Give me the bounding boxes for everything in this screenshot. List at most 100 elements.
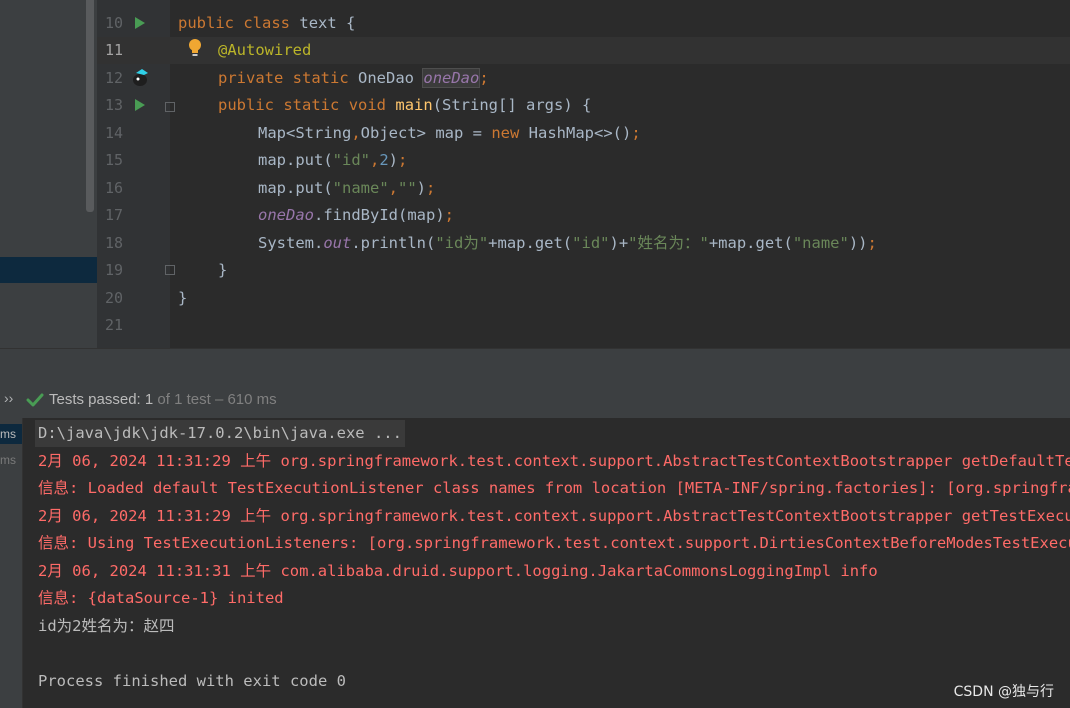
code-line[interactable]: 19 } xyxy=(97,257,1070,284)
kw-new: new xyxy=(491,124,520,142)
code-token: Map<String xyxy=(258,124,352,142)
params: (String[] args) { xyxy=(432,96,592,114)
line-number: 17 xyxy=(104,206,123,224)
semicolon: ; xyxy=(631,124,641,142)
project-panel-scrollbar[interactable] xyxy=(86,0,94,212)
code-line[interactable]: 17 oneDao.findById(map); xyxy=(97,202,1070,229)
console-command-line[interactable]: D:\java\jdk\jdk-17.0.2\bin\java.exe ... xyxy=(35,420,405,447)
class-name: text xyxy=(299,14,337,32)
string-literal: "id" xyxy=(572,234,610,252)
fold-marker-icon[interactable] xyxy=(165,102,175,112)
test-tree-item[interactable]: ms xyxy=(0,424,22,444)
code-line[interactable]: 14 Map<String,Object> map = new HashMap<… xyxy=(97,120,1070,147)
line-number: 18 xyxy=(104,234,123,252)
code-token: +map.get( xyxy=(708,234,793,252)
code-line[interactable]: 13 public static void main(String[] args… xyxy=(97,92,1070,119)
console-log-line: 信息: Loaded default TestExecutionListener… xyxy=(38,479,1070,497)
expand-chevron-icon[interactable]: ›› xyxy=(4,390,13,406)
line-number: 21 xyxy=(104,316,123,334)
static-field-out: out xyxy=(323,234,352,252)
code-line[interactable]: 12 private static OneDao oneDao; xyxy=(97,65,1070,92)
code-token: )+ xyxy=(609,234,629,252)
console-exit-line: Process finished with exit code 0 xyxy=(38,672,346,690)
kw-static: static xyxy=(283,96,340,114)
tool-window-divider[interactable] xyxy=(0,348,1070,384)
code-line-current[interactable]: 11 @Autowired xyxy=(97,37,1070,64)
test-status: Tests passed: 1 of 1 test – 610 ms xyxy=(49,391,277,408)
code-line[interactable]: 20 } xyxy=(97,285,1070,312)
console-log-line: 2月 06, 2024 11:31:29 上午 org.springframew… xyxy=(38,452,1070,470)
console-log-line: 信息: Using TestExecutionListeners: [org.s… xyxy=(38,534,1070,552)
static-field-onedao: oneDao xyxy=(258,206,314,224)
code-line[interactable]: 18 System.out.println("id为" +map.get( "id"… xyxy=(97,230,1070,257)
method-main: main xyxy=(395,96,433,114)
code-token: HashMap<>() xyxy=(519,124,632,142)
spring-bean-icon[interactable] xyxy=(130,67,152,89)
test-status-label: Tests passed: xyxy=(49,391,141,408)
line-number: 20 xyxy=(104,289,123,307)
kw-class: class xyxy=(243,14,291,32)
run-toolbar: ›› Tests passed: 1 of 1 test – 610 ms xyxy=(0,384,1070,419)
code-line[interactable]: 10 public class text { xyxy=(97,10,1070,37)
kw-private: private xyxy=(218,69,284,87)
line-number: 13 xyxy=(104,96,123,114)
test-tree-panel[interactable]: ms ms xyxy=(0,418,23,708)
code-line[interactable]: 16 map.put("name",""); xyxy=(97,175,1070,202)
line-number: 12 xyxy=(104,69,123,87)
semicolon: ; xyxy=(479,69,489,87)
fold-marker-icon[interactable] xyxy=(165,265,175,275)
type-name: OneDao xyxy=(358,69,415,87)
code-line[interactable]: 21 xyxy=(97,312,1070,339)
console-log-line: 2月 06, 2024 11:31:31 上午 com.alibaba.drui… xyxy=(38,562,878,580)
number-literal: 2 xyxy=(379,151,389,169)
kw-public: public xyxy=(178,14,234,32)
lightbulb-icon[interactable] xyxy=(188,38,202,58)
code-token: ) xyxy=(388,151,399,169)
line-number: 19 xyxy=(104,261,123,279)
line-number: 14 xyxy=(104,124,123,142)
console-log-line: 信息: {dataSource-1} inited xyxy=(38,589,284,607)
console-output-line: id为2姓名为：赵四 xyxy=(38,617,175,635)
code-token: .findById(map) xyxy=(314,206,445,224)
brace-open: { xyxy=(346,14,356,32)
code-line[interactable]: 15 map.put("id",2); xyxy=(97,147,1070,174)
comma: , xyxy=(369,151,380,169)
watermark: CSDN @独与行 xyxy=(953,684,1054,700)
project-tree-selected-item[interactable] xyxy=(0,257,97,283)
brace-close: } xyxy=(178,289,188,307)
code-token: ) xyxy=(416,179,427,197)
check-icon xyxy=(26,393,44,407)
kw-static: static xyxy=(292,69,349,87)
semicolon: ; xyxy=(444,206,454,224)
project-panel[interactable] xyxy=(0,0,97,348)
string-literal: "id为" xyxy=(435,234,489,252)
code-token: System. xyxy=(258,234,324,252)
line-number: 16 xyxy=(104,179,123,197)
line-number: 15 xyxy=(104,151,123,169)
passed-count: 1 xyxy=(144,391,154,408)
semicolon: ; xyxy=(398,151,408,169)
test-detail: of 1 test – 610 ms xyxy=(157,391,277,408)
string-literal: "" xyxy=(398,179,417,197)
line-number: 10 xyxy=(104,14,123,32)
console-output[interactable]: D:\java\jdk\jdk-17.0.2\bin\java.exe ... … xyxy=(23,418,1070,708)
code-editor[interactable]: 10 public class text { 11 @Autowired 12 … xyxy=(97,0,1070,348)
run-class-icon[interactable] xyxy=(135,17,145,29)
static-field-onedao[interactable]: oneDao xyxy=(422,68,481,88)
string-literal: "姓名为：" xyxy=(628,234,709,252)
string-literal: "name" xyxy=(792,234,849,252)
kw-void: void xyxy=(348,96,387,114)
annotation: @Autowired xyxy=(218,41,312,59)
run-method-icon[interactable] xyxy=(135,99,145,111)
test-tree-item[interactable]: ms xyxy=(0,450,22,470)
brace-close: } xyxy=(218,261,228,279)
console-log-line: 2月 06, 2024 11:31:29 上午 org.springframew… xyxy=(38,507,1070,525)
code-token: map.put( xyxy=(258,179,333,197)
string-literal: "id" xyxy=(332,151,370,169)
code-token: Object> map = xyxy=(360,124,492,142)
line-number: 11 xyxy=(104,41,123,59)
string-literal: "name" xyxy=(332,179,389,197)
code-token: .println( xyxy=(351,234,436,252)
kw-public: public xyxy=(218,96,274,114)
code-token: map.put( xyxy=(258,151,333,169)
